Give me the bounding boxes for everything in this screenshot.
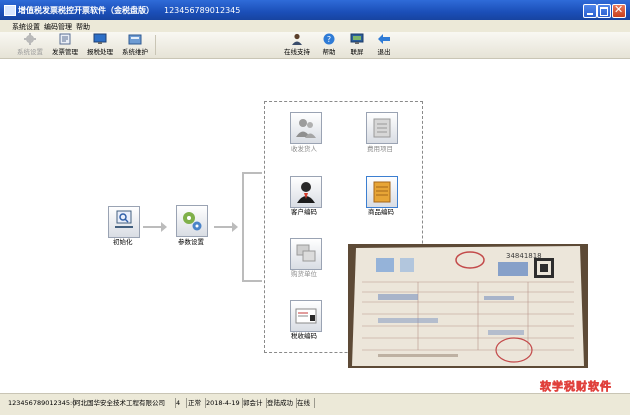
status-date: 2018-4-19 [206, 398, 243, 408]
flow-arrow [214, 222, 238, 232]
params-label: 参数设置 [178, 238, 204, 246]
status-state: 正常 [188, 398, 206, 408]
close-icon: ✕ [614, 3, 624, 16]
maximize-icon [600, 7, 608, 16]
toolbar-invoice-management-button[interactable]: 发票管理 [48, 33, 82, 57]
menu-code-management[interactable]: 编码管理 [44, 22, 72, 32]
toolbar-label: 系统设置 [17, 48, 43, 56]
title-bar: 增值税发票税控开票软件（金税盘版） 123456789012345 ✕ [0, 0, 630, 20]
toolbar-label: 报税处理 [87, 48, 113, 56]
purchaser-label: 购货单位 [291, 270, 317, 278]
init-button[interactable] [108, 206, 140, 238]
toolbar-system-settings-button[interactable]: 系统设置 [13, 33, 47, 57]
toolbar-tax-filing-button[interactable]: 报税处理 [83, 33, 117, 57]
invoice-icon [59, 33, 71, 45]
exit-arrow-icon [378, 34, 390, 44]
tax-code-icon [295, 308, 317, 324]
status-online: 在线 [297, 398, 315, 408]
svg-text:?: ? [327, 35, 331, 44]
toolbar-label: 系统维护 [122, 48, 148, 56]
toolbar-label: 在线支持 [284, 48, 310, 56]
init-label: 初始化 [113, 238, 133, 246]
status-login: 登陆成功 [267, 398, 297, 408]
expense-items-button[interactable] [366, 112, 398, 144]
gear-icon [24, 33, 36, 45]
app-icon [4, 5, 16, 16]
menu-help[interactable]: 帮助 [76, 22, 90, 32]
contacts-label: 收发货人 [291, 145, 317, 153]
toolbar: 系统设置 发票管理 报税处理 系统维护 在线支持 ? 帮助 联屏 退出 [0, 32, 630, 59]
customer-code-label: 客户编码 [291, 208, 317, 216]
status-company: 河北国华安全技术工程有限公司 [74, 398, 176, 408]
purchaser-icon [296, 244, 316, 262]
status-bar: 123456789012345:0 河北国华安全技术工程有限公司 4 正常 20… [0, 393, 630, 415]
screen-icon [350, 33, 364, 44]
toolbar-exit-button[interactable]: 退出 [367, 33, 401, 57]
params-button[interactable] [176, 205, 208, 237]
tax-code-button[interactable] [290, 300, 322, 332]
toolbar-separator [155, 35, 156, 55]
window-serial: 123456789012345 [164, 6, 241, 15]
window-title: 增值税发票税控开票软件（金税盘版） 123456789012345 [18, 5, 240, 16]
purchaser-button[interactable] [290, 238, 322, 270]
contacts-icon [296, 119, 316, 138]
customer-icon [297, 182, 315, 203]
help-icon: ? [323, 33, 335, 45]
toolbar-system-maintenance-button[interactable]: 系统维护 [118, 33, 152, 57]
init-icon [115, 210, 133, 228]
window-title-text: 增值税发票税控开票软件（金税盘版） [18, 6, 154, 15]
menu-bar: 系统设置 编码管理 帮助 [0, 20, 630, 32]
app-window: 增值税发票税控开票软件（金税盘版） 123456789012345 ✕ 系统设置 … [0, 0, 630, 415]
minimize-icon [587, 13, 593, 15]
flow-arrow [143, 222, 167, 232]
flow-bracket [242, 172, 262, 282]
minimize-button[interactable] [583, 4, 597, 18]
toolbar-label: 发票管理 [52, 48, 78, 56]
expense-items-icon [373, 118, 391, 138]
status-number: 4 [176, 398, 187, 408]
gears-icon [183, 212, 202, 231]
invoice-photo-image: 34841818 [348, 244, 588, 368]
contacts-button[interactable] [290, 112, 322, 144]
toolbar-online-support-button[interactable]: 在线支持 [280, 33, 314, 57]
status-role: 郭会计 [243, 398, 267, 408]
expense-items-label: 费用项目 [367, 145, 393, 153]
toolbar-label: 退出 [377, 48, 391, 56]
customer-code-button[interactable] [290, 176, 322, 208]
monitor-icon [93, 33, 107, 44]
menu-system-settings[interactable]: 系统设置 [12, 22, 40, 32]
maximize-button[interactable] [597, 4, 611, 18]
product-code-label: 商品编码 [368, 208, 394, 216]
user-support-icon [292, 33, 302, 45]
invoice-photo: 34841818 [348, 244, 588, 368]
product-code-button[interactable] [366, 176, 398, 208]
status-taxpayer-id: 123456789012345:0 [8, 398, 77, 408]
tax-code-label: 税收编码 [291, 332, 317, 340]
watermark-logo: 软学税财软件 [540, 380, 612, 394]
close-button[interactable]: ✕ [612, 4, 626, 18]
product-icon [373, 181, 391, 203]
tools-icon [128, 34, 142, 45]
